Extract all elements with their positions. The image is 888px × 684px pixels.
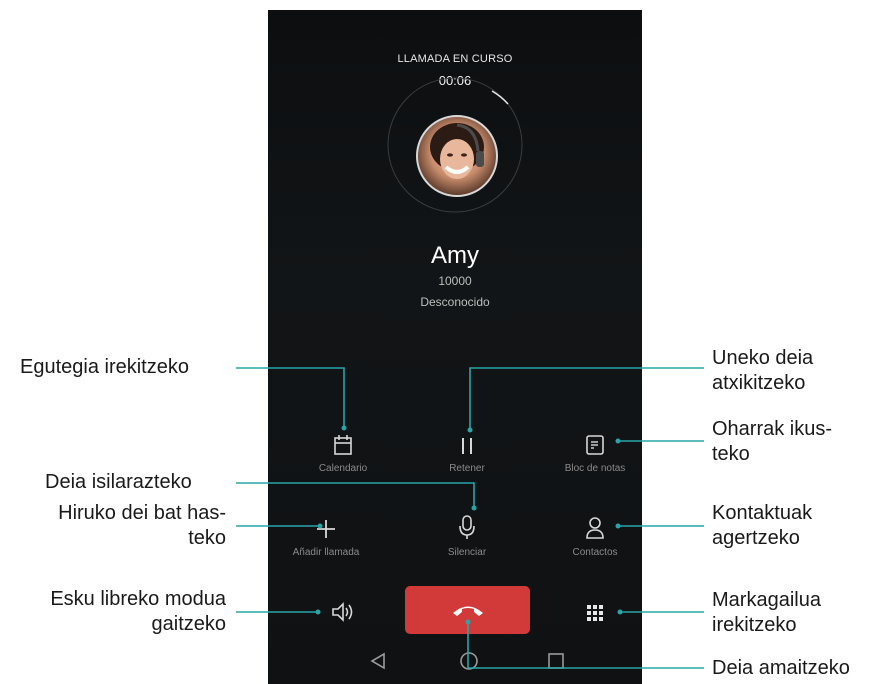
annotation-contacts-line2: agertzeko xyxy=(712,527,800,549)
annotation-notes: Oharrak ikus- teko xyxy=(712,417,832,467)
annotation-hold-line2: atxikitzeko xyxy=(712,372,806,394)
annotation-dialpad-line1: Markagailua xyxy=(712,589,821,611)
annotation-mute: Deia isilarazteko xyxy=(45,471,192,493)
annotation-add-call-line1: Hiruko dei bat has- xyxy=(58,502,226,524)
callout-lines xyxy=(236,367,704,669)
annotation-add-call-line2: teko xyxy=(188,527,226,549)
annotation-hold: Uneko deia atxikitzeko xyxy=(712,346,813,396)
annotation-notes-line1: Oharrak ikus- xyxy=(712,418,833,440)
annotation-contacts: Kontaktuak agertzeko xyxy=(712,501,812,551)
annotation-dialpad: Markagailua irekitzeko xyxy=(712,588,821,638)
annotation-end-call: Deia amaitzeko xyxy=(712,657,850,679)
annotation-notes-line2: teko xyxy=(712,443,750,465)
annotation-speaker-line1: Esku libreko modua xyxy=(50,588,226,610)
annotation-add-call: Hiruko dei bat has- teko xyxy=(16,501,226,551)
annotation-calendar: Egutegia irekitzeko xyxy=(20,356,189,378)
annotation-speaker: Esku libreko modua gaitzeko xyxy=(6,587,226,637)
annotation-contacts-line1: Kontaktuak xyxy=(712,502,813,524)
annotation-hold-line1: Uneko deia xyxy=(712,347,814,369)
annotation-dialpad-line2: irekitzeko xyxy=(712,614,797,636)
annotation-speaker-line2: gaitzeko xyxy=(151,613,227,635)
